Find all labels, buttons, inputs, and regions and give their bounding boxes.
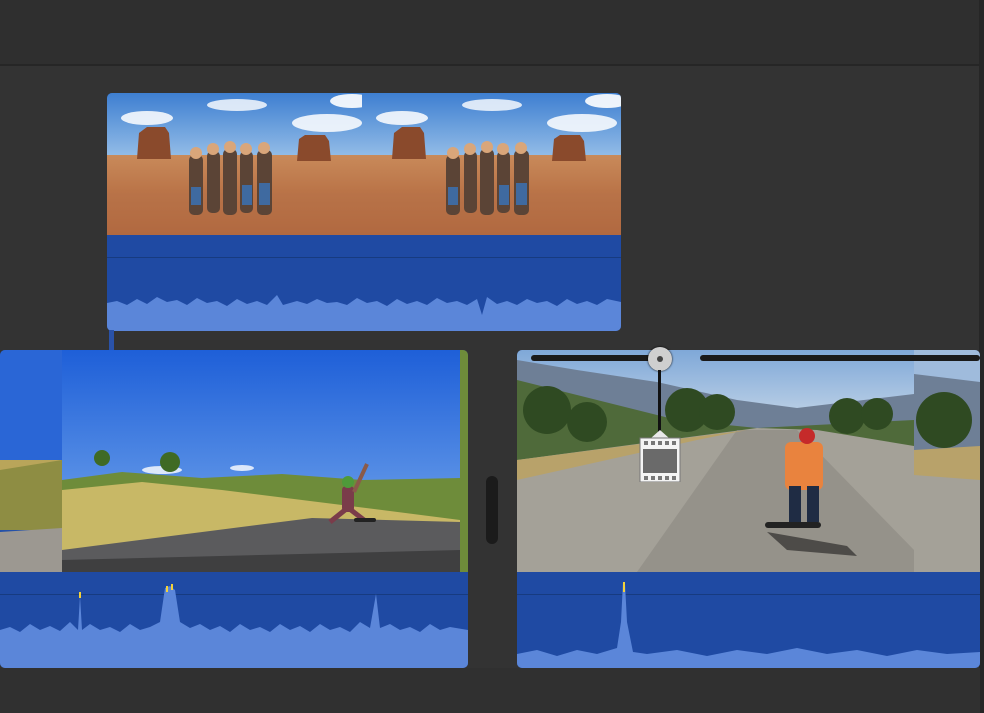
skimmer-icon[interactable] [648,347,672,371]
primary-clip-left[interactable] [0,350,468,668]
skimmer-stem [658,370,661,432]
clip-frame-1 [107,93,362,235]
clip-frame-2 [362,93,621,235]
timeline-separator [0,64,984,66]
film-frame-icon[interactable] [639,430,681,482]
connected-clip-audio[interactable] [107,235,621,331]
primary-clip-right[interactable] [517,350,980,668]
connected-clip[interactable] [107,93,621,331]
clip-frame-3 [460,350,468,572]
audio-waveform [107,295,621,331]
timeline-bottom-area [0,668,980,713]
skimmer-track-right[interactable] [700,355,980,361]
primary-clip-left-audio[interactable] [0,572,468,668]
skimmer-track-left[interactable] [531,355,651,361]
trim-handle-icon[interactable] [486,476,498,544]
clip-frame-1 [0,350,62,572]
clip-frame-2 [914,350,980,572]
primary-clip-right-audio[interactable] [517,572,980,668]
toolbar-area [0,0,984,64]
audio-waveform [517,582,980,668]
audio-waveform [0,584,468,668]
clip-frame-1 [517,350,914,572]
clip-frame-2 [62,350,460,572]
